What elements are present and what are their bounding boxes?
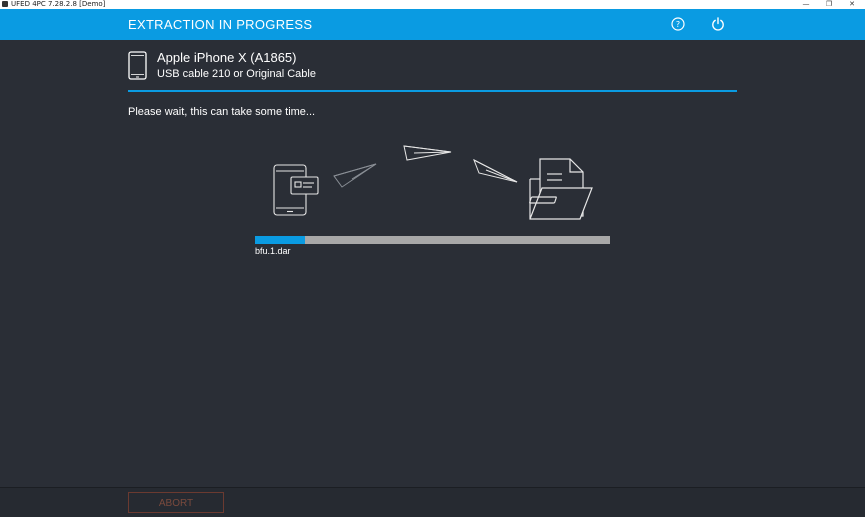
progress-fill (255, 236, 305, 244)
abort-button[interactable]: ABORT (128, 492, 224, 513)
page-title: EXTRACTION IN PROGRESS (128, 17, 313, 32)
close-button[interactable]: ✕ (842, 0, 862, 9)
minimize-button[interactable]: — (796, 0, 816, 9)
document-folder-icon (529, 158, 593, 220)
window-titlebar: UFED 4PC 7.28.2.8 [Demo] — ❐ ✕ (0, 0, 865, 9)
paper-plane-icon (403, 145, 452, 161)
extraction-progress-bar (255, 236, 610, 244)
window-title: UFED 4PC 7.28.2.8 [Demo] (11, 0, 106, 8)
power-icon[interactable] (711, 17, 725, 31)
transfer-illustration (273, 145, 593, 220)
device-connection: USB cable 210 or Original Cable (157, 68, 316, 80)
header-bar: EXTRACTION IN PROGRESS ? (0, 9, 865, 40)
svg-text:?: ? (676, 20, 680, 29)
app-icon (2, 1, 8, 7)
phone-with-id-icon (273, 164, 319, 216)
phone-icon (128, 51, 147, 80)
restore-button[interactable]: ❐ (819, 0, 839, 9)
paper-plane-icon (473, 158, 518, 183)
current-file-name: bfu.1.dar (255, 246, 291, 256)
status-message: Please wait, this can take some time... (128, 106, 316, 118)
help-icon[interactable]: ? (671, 17, 685, 31)
paper-plane-icon (333, 163, 377, 188)
device-name: Apple iPhone X (A1865) (157, 50, 297, 65)
header-divider (128, 90, 737, 92)
